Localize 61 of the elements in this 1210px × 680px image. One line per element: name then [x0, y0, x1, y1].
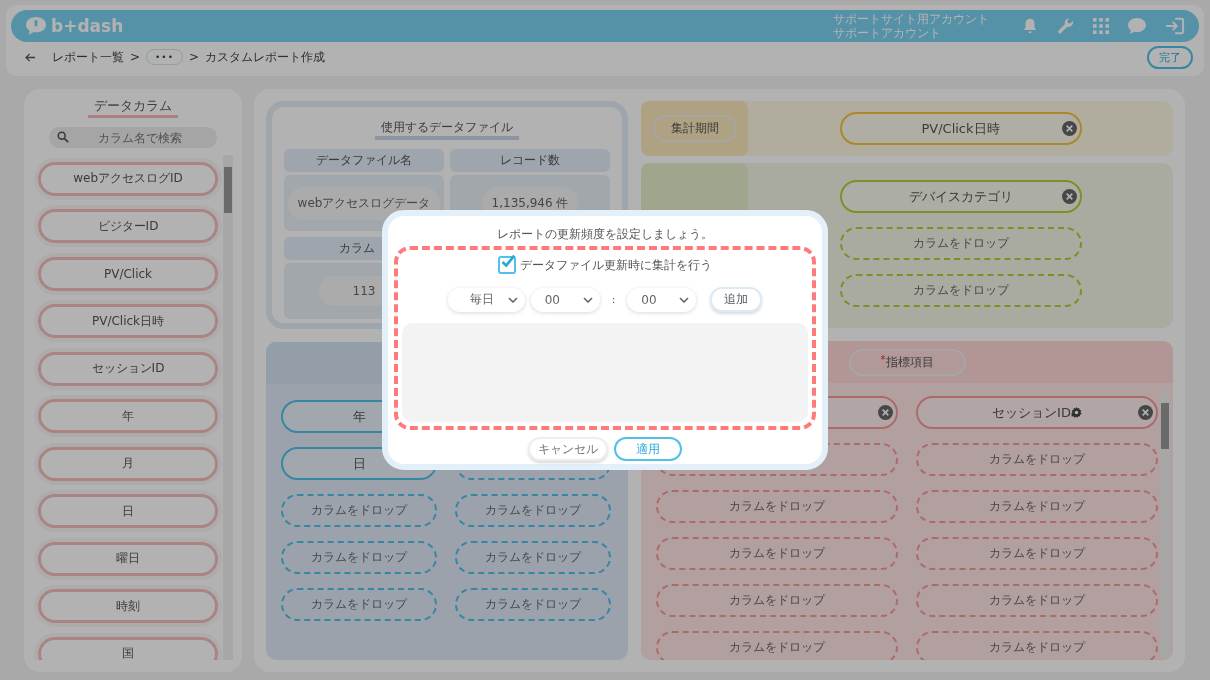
drop-zone[interactable]: カラムをドロップ: [916, 490, 1158, 523]
bell-icon[interactable]: [1021, 17, 1039, 35]
logo-text: b+dash: [51, 16, 124, 36]
checkbox-label: データファイル更新時に集計を行う: [520, 256, 712, 274]
apply-button[interactable]: 適用: [614, 437, 682, 461]
drop-zone[interactable]: カラムをドロップ: [656, 631, 898, 660]
add-button[interactable]: 追加: [710, 287, 763, 312]
drop-zone[interactable]: カラムをドロップ: [281, 588, 437, 621]
search-icon: [57, 131, 69, 143]
dropdown[interactable]: 毎日: [447, 287, 525, 312]
section-label: 集計期間: [652, 115, 737, 142]
speech-bubble-icon: [25, 16, 47, 36]
breadcrumb-separator: >: [130, 50, 141, 64]
section-label: *指標項目: [848, 348, 966, 376]
close-icon[interactable]: [1061, 189, 1077, 204]
cancel-button[interactable]: キャンセル: [528, 437, 608, 461]
drop-zone[interactable]: カラムをドロップ: [656, 490, 898, 523]
drop-zone[interactable]: カラムをドロップ: [281, 541, 437, 574]
done-button[interactable]: 完了: [1147, 45, 1193, 69]
drop-zone[interactable]: カラムをドロップ: [455, 494, 611, 527]
chevron-down-icon: [679, 296, 690, 303]
drop-zone[interactable]: カラムをドロップ: [916, 537, 1158, 570]
drop-zone[interactable]: カラムをドロップ: [916, 631, 1158, 660]
column-heading: データファイル名: [284, 149, 444, 172]
dropdown[interactable]: 00: [530, 287, 600, 312]
drop-zone[interactable]: カラムをドロップ: [916, 443, 1158, 476]
chevron-down-icon: [507, 296, 518, 303]
column-heading: レコード数: [450, 149, 610, 172]
drop-zone[interactable]: カラムをドロップ: [455, 588, 611, 621]
drop-zone[interactable]: カラムをドロップ: [916, 584, 1158, 617]
grid-icon[interactable]: [1093, 18, 1109, 34]
close-icon[interactable]: [1138, 405, 1153, 420]
login-icon[interactable]: [1165, 17, 1185, 35]
drop-zone[interactable]: カラムをドロップ: [455, 541, 611, 574]
wrench-icon[interactable]: [1057, 17, 1075, 35]
drop-zone[interactable]: カラムをドロップ: [839, 227, 1082, 260]
dialog-message: レポートの更新頻度を設定しましょう。: [497, 226, 713, 243]
value-pill: webアクセスログデータ: [287, 186, 441, 220]
scrollbar[interactable]: [223, 155, 233, 660]
scrollbar[interactable]: [1160, 391, 1170, 657]
close-icon[interactable]: [1061, 121, 1077, 136]
search-field[interactable]: カラム名で検索: [49, 127, 217, 148]
dropdown[interactable]: 00: [627, 287, 697, 312]
drop-zone[interactable]: カラムをドロップ: [839, 274, 1082, 307]
drop-zone[interactable]: カラムをドロップ: [281, 494, 437, 527]
chat-icon[interactable]: [1127, 17, 1147, 35]
panel-title: データカラム: [88, 97, 178, 118]
chevron-down-icon: [582, 296, 593, 303]
account-name: サポートアカウント: [833, 26, 942, 40]
breadcrumb-link[interactable]: レポート一覧: [52, 48, 124, 66]
breadcrumb-separator: >: [189, 50, 200, 64]
card-title: 使用するデータファイル: [375, 119, 519, 140]
gear-icon[interactable]: [1070, 407, 1082, 418]
close-icon[interactable]: [878, 405, 893, 420]
time-separator: :: [611, 293, 616, 306]
back-arrow-icon[interactable]: [25, 52, 36, 62]
breadcrumb-current: カスタムレポート作成: [205, 48, 326, 66]
drop-zone[interactable]: カラムをドロップ: [656, 584, 898, 617]
account-name: サポートサイト用アカウント: [833, 12, 989, 26]
checkbox[interactable]: [498, 256, 516, 274]
drop-zone[interactable]: カラムをドロップ: [656, 537, 898, 570]
